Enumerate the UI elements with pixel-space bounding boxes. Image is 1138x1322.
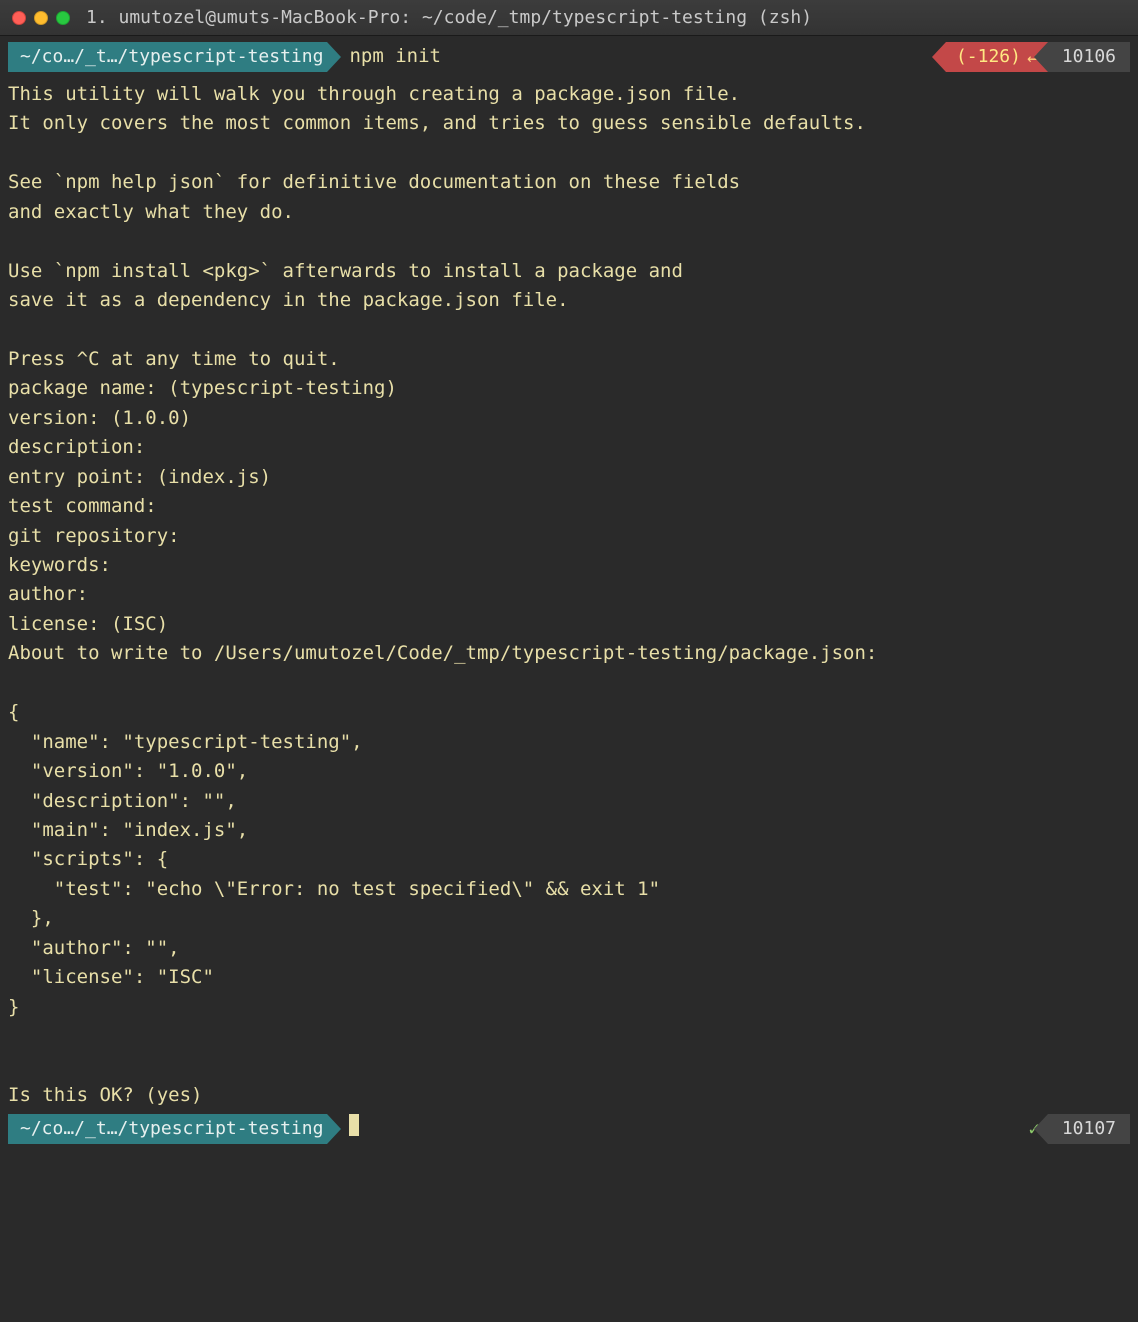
window-titlebar: 1. umutozel@umuts-MacBook-Pro: ~/code/_t… (0, 0, 1138, 36)
zoom-icon[interactable] (56, 11, 70, 25)
prompt-line-1: ~/co…/_t…/typescript-testing npm init (-… (8, 42, 1130, 72)
history-number: 10107 (1048, 1114, 1130, 1144)
history-number: 10106 (1048, 42, 1130, 72)
command-text: npm init (327, 42, 441, 72)
minimize-icon[interactable] (34, 11, 48, 25)
terminal-area[interactable]: ~/co…/_t…/typescript-testing npm init (-… (0, 36, 1138, 1156)
cursor-icon (349, 1114, 359, 1136)
terminal-output: This utility will walk you through creat… (8, 76, 1130, 1112)
window-title: 1. umutozel@umuts-MacBook-Pro: ~/code/_t… (86, 4, 812, 32)
close-icon[interactable] (12, 11, 26, 25)
prompt-path: ~/co…/_t…/typescript-testing (8, 1114, 327, 1144)
exit-code: (-126) (956, 43, 1021, 71)
window-controls (12, 11, 70, 25)
prompt-path: ~/co…/_t…/typescript-testing (8, 42, 327, 72)
prompt-line-2: ~/co…/_t…/typescript-testing ✓ 10107 (8, 1114, 1130, 1144)
exit-code-badge: (-126) ↵ (946, 42, 1048, 72)
